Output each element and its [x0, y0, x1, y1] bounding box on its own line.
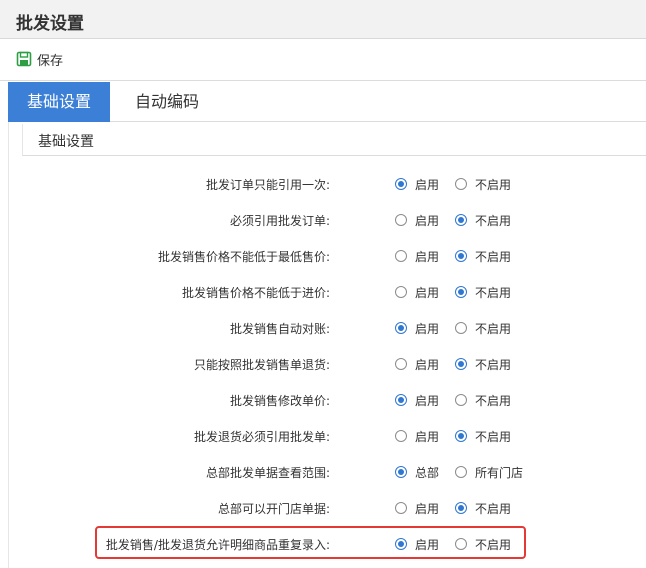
setting-label: 必须引用批发订单: — [229, 214, 330, 228]
option-two-radio[interactable]: 不启用 — [455, 175, 511, 193]
radio-unchecked-icon — [395, 430, 407, 442]
save-button[interactable]: 保存 — [16, 49, 63, 69]
floppy-disk-icon — [16, 51, 32, 67]
setting-row: 批发销售价格不能低于进价: 启用 不启用 — [0, 279, 646, 305]
setting-label: 批发销售自动对账: — [229, 322, 330, 336]
option-label: 不启用 — [475, 357, 512, 372]
option-label: 不启用 — [475, 285, 512, 300]
option-label: 不启用 — [475, 177, 512, 192]
radio-checked-icon — [395, 322, 407, 334]
tab-bar: 基础设置 自动编码 — [8, 82, 646, 122]
setting-label: 批发退货必须引用批发单: — [193, 430, 330, 444]
setting-label: 批发订单只能引用一次: — [205, 178, 330, 192]
setting-label: 只能按照批发销售单退货: — [193, 358, 330, 372]
option-one-radio[interactable]: 启用 — [395, 247, 439, 265]
setting-row: 总部批发单据查看范围: 总部 所有门店 — [0, 459, 646, 485]
page-title: 批发设置 — [16, 14, 84, 34]
option-label: 不启用 — [475, 213, 512, 228]
section-header: 基础设置 — [22, 124, 646, 156]
option-one-radio[interactable]: 启用 — [395, 427, 439, 445]
radio-unchecked-icon — [395, 502, 407, 514]
option-label: 不启用 — [475, 321, 512, 336]
option-label: 不启用 — [475, 501, 512, 516]
setting-label: 批发销售价格不能低于最低售价: — [157, 250, 330, 264]
setting-label: 批发销售价格不能低于进价: — [181, 286, 330, 300]
option-label: 启用 — [415, 393, 440, 408]
option-label: 不启用 — [475, 249, 512, 264]
section-title: 基础设置 — [38, 134, 94, 150]
setting-label: 总部可以开门店单据: — [217, 502, 330, 516]
option-label: 启用 — [415, 321, 440, 336]
option-one-radio[interactable]: 启用 — [395, 319, 439, 337]
option-label: 启用 — [415, 249, 440, 264]
option-two-radio[interactable]: 不启用 — [455, 391, 511, 409]
option-label: 不启用 — [475, 429, 512, 444]
radio-checked-icon — [455, 214, 467, 226]
setting-row: 批发销售价格不能低于最低售价: 启用 不启用 — [0, 243, 646, 269]
option-two-radio[interactable]: 不启用 — [455, 283, 511, 301]
setting-row: 批发退货必须引用批发单: 启用 不启用 — [0, 423, 646, 449]
option-one-radio[interactable]: 启用 — [395, 175, 439, 193]
radio-unchecked-icon — [455, 394, 467, 406]
tab-auto-numbering[interactable]: 自动编码 — [112, 82, 222, 122]
option-two-radio[interactable]: 不启用 — [455, 355, 511, 373]
radio-unchecked-icon — [395, 250, 407, 262]
option-one-radio[interactable]: 启用 — [395, 355, 439, 373]
option-label: 启用 — [415, 429, 440, 444]
option-one-radio[interactable]: 启用 — [395, 499, 439, 517]
radio-unchecked-icon — [395, 214, 407, 226]
tab-basic-settings[interactable]: 基础设置 — [8, 82, 110, 122]
option-two-radio[interactable]: 不启用 — [455, 247, 511, 265]
setting-row: 批发销售自动对账: 启用 不启用 — [0, 315, 646, 341]
toolbar: 保存 — [0, 39, 646, 81]
radio-unchecked-icon — [395, 358, 407, 370]
radio-checked-icon — [455, 502, 467, 514]
option-two-radio[interactable]: 不启用 — [455, 319, 511, 337]
option-two-radio[interactable]: 所有门店 — [455, 463, 523, 481]
option-one-radio[interactable]: 总部 — [395, 463, 439, 481]
save-label: 保存 — [37, 53, 64, 69]
radio-unchecked-icon — [455, 466, 467, 478]
title-bar: 批发设置 — [0, 0, 646, 39]
radio-unchecked-icon — [455, 322, 467, 334]
setting-row: 总部可以开门店单据: 启用 不启用 — [0, 495, 646, 521]
radio-checked-icon — [395, 466, 407, 478]
setting-label: 总部批发单据查看范围: — [205, 466, 330, 480]
option-label: 启用 — [415, 501, 440, 516]
radio-checked-icon — [455, 286, 467, 298]
option-label: 启用 — [415, 177, 440, 192]
option-two-radio[interactable]: 不启用 — [455, 427, 511, 445]
setting-row: 必须引用批发订单: 启用 不启用 — [0, 207, 646, 233]
option-label: 启用 — [415, 357, 440, 372]
option-label: 不启用 — [475, 393, 512, 408]
radio-unchecked-icon — [395, 286, 407, 298]
radio-checked-icon — [455, 358, 467, 370]
radio-unchecked-icon — [455, 178, 467, 190]
radio-checked-icon — [455, 250, 467, 262]
option-label: 启用 — [415, 213, 440, 228]
option-one-radio[interactable]: 启用 — [395, 211, 439, 229]
radio-checked-icon — [395, 394, 407, 406]
radio-checked-icon — [455, 430, 467, 442]
radio-checked-icon — [395, 178, 407, 190]
option-label: 所有门店 — [475, 465, 524, 480]
option-one-radio[interactable]: 启用 — [395, 283, 439, 301]
setting-row: 只能按照批发销售单退货: 启用 不启用 — [0, 351, 646, 377]
setting-row: 批发订单只能引用一次: 启用 不启用 — [0, 171, 646, 197]
option-label: 启用 — [415, 285, 440, 300]
option-two-radio[interactable]: 不启用 — [455, 211, 511, 229]
highlight-box — [95, 526, 526, 559]
setting-label: 批发销售修改单价: — [229, 394, 330, 408]
option-two-radio[interactable]: 不启用 — [455, 499, 511, 517]
setting-row: 批发销售修改单价: 启用 不启用 — [0, 387, 646, 413]
option-label: 总部 — [415, 465, 440, 480]
option-one-radio[interactable]: 启用 — [395, 391, 439, 409]
